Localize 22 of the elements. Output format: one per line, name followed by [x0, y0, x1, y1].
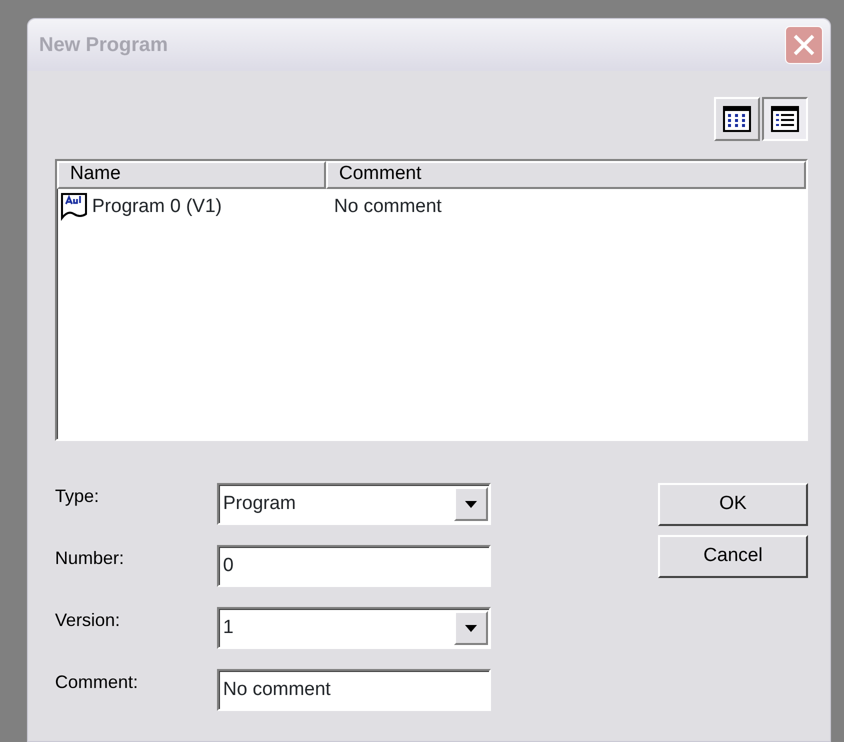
field-label: Version: — [55, 609, 122, 632]
field-label: Comment: — [55, 671, 140, 694]
column-header[interactable]: Name — [57, 161, 326, 189]
list-view-icon — [771, 106, 799, 132]
window-title: New Program — [39, 33, 168, 58]
dropdown-field[interactable]: Program — [217, 483, 491, 525]
input-field[interactable]: No comment — [217, 669, 491, 711]
cancel-button[interactable]: Cancel — [658, 535, 808, 578]
program-file-icon — [60, 192, 90, 222]
column-header[interactable]: Comment — [326, 161, 806, 189]
dropdown-arrow-icon — [465, 500, 477, 508]
program-comment: No comment — [334, 194, 442, 219]
field-label: Number: — [55, 547, 126, 570]
input-field[interactable]: 0 — [217, 545, 491, 587]
close-icon — [792, 33, 816, 57]
field-label: Type: — [55, 485, 100, 508]
grid-view-icon — [723, 106, 751, 132]
dropdown-field[interactable]: 1 — [217, 607, 491, 649]
dropdown-arrow-icon — [465, 624, 477, 632]
program-name[interactable]: Program 0 (V1) — [92, 192, 222, 222]
ok-button[interactable]: OK — [658, 483, 808, 526]
view-button[interactable] — [762, 97, 808, 141]
